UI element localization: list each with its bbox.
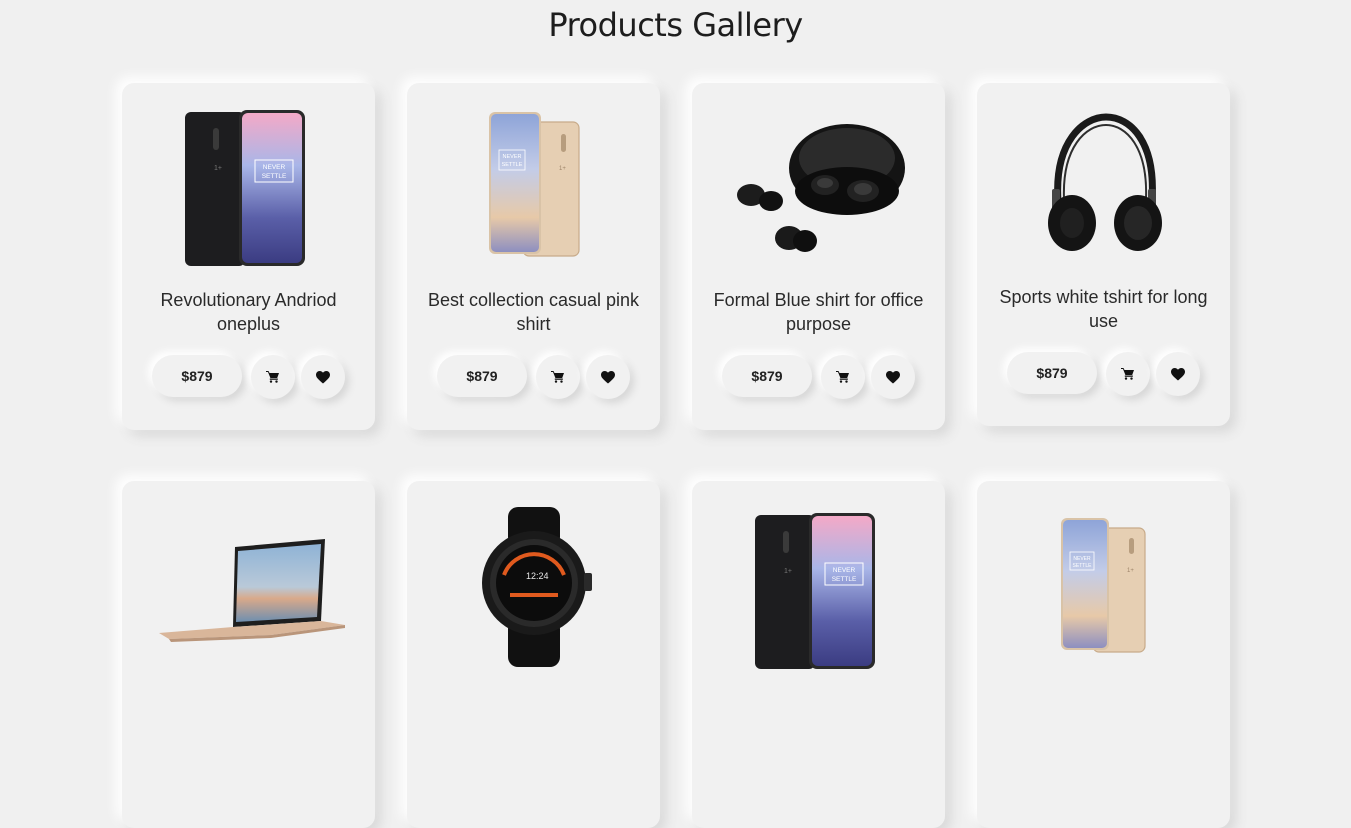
svg-text:1+: 1+ xyxy=(214,165,222,172)
product-image-smartwatch[interactable]: 12:24 xyxy=(407,507,660,667)
svg-text:NEVER: NEVER xyxy=(502,154,521,160)
cart-icon xyxy=(551,371,564,383)
product-image-headphones[interactable] xyxy=(977,101,1230,271)
smartwatch-image: 12:24 xyxy=(481,507,592,667)
phone-image: 1+ NEVER SETTLE xyxy=(754,513,875,669)
svg-text:NEVER: NEVER xyxy=(1073,556,1091,562)
svg-text:SETTLE: SETTLE xyxy=(501,162,522,168)
svg-text:12:24: 12:24 xyxy=(526,571,549,581)
price-badge: $879 xyxy=(152,355,242,397)
wishlist-button[interactable] xyxy=(871,355,915,399)
add-to-cart-button[interactable] xyxy=(1106,352,1150,396)
price-badge: $879 xyxy=(1007,352,1097,394)
add-to-cart-button[interactable] xyxy=(821,355,865,399)
product-card: Formal Blue shirt for office purpose $87… xyxy=(692,83,945,430)
product-card: 1+ NEVER SETTLE Revolutionary Andriod on… xyxy=(122,83,375,430)
heart-icon xyxy=(886,370,900,383)
cart-icon xyxy=(1121,368,1134,380)
product-actions: $879 xyxy=(407,355,660,401)
product-card xyxy=(122,481,375,828)
price-badge: $879 xyxy=(437,355,527,397)
svg-text:SETTLE: SETTLE xyxy=(261,173,286,180)
heart-icon xyxy=(316,370,330,383)
wishlist-button[interactable] xyxy=(1156,352,1200,396)
product-card: 12:24 xyxy=(407,481,660,828)
phone-image: 1+ NEVER SETTLE xyxy=(184,110,305,266)
add-to-cart-button[interactable] xyxy=(536,355,580,399)
product-name[interactable]: Revolutionary Andriod oneplus xyxy=(142,288,355,336)
wishlist-button[interactable] xyxy=(301,355,345,399)
heart-icon xyxy=(1171,367,1185,380)
svg-text:NEVER: NEVER xyxy=(262,164,285,171)
earbuds-image xyxy=(736,124,905,252)
product-name[interactable]: Formal Blue shirt for office purpose xyxy=(712,288,925,336)
product-image-oneplus-black[interactable]: 1+ NEVER SETTLE xyxy=(122,103,375,273)
add-to-cart-button[interactable] xyxy=(251,355,295,399)
product-actions: $879 xyxy=(122,355,375,401)
svg-text:1+: 1+ xyxy=(559,166,566,172)
product-actions: $879 xyxy=(977,352,1230,398)
svg-text:NEVER: NEVER xyxy=(832,567,855,574)
cart-icon xyxy=(266,371,279,383)
product-card: 1+ NEVER SETTLE xyxy=(692,481,945,828)
product-card: 1+ NEVER SETTLE xyxy=(977,481,1230,828)
svg-text:1+: 1+ xyxy=(784,568,792,575)
product-name[interactable]: Sports white tshirt for long use xyxy=(997,285,1210,333)
laptop-image xyxy=(158,539,345,642)
price-badge: $879 xyxy=(722,355,812,397)
product-image-earbuds[interactable] xyxy=(692,103,945,273)
product-card: 1+ NEVER SETTLE Best collection casual p… xyxy=(407,83,660,430)
phone-image: 1+ NEVER SETTLE xyxy=(488,112,580,257)
svg-text:SETTLE: SETTLE xyxy=(1072,563,1092,569)
product-image-laptop[interactable] xyxy=(122,507,375,657)
product-image-oneplus-black[interactable]: 1+ NEVER SETTLE xyxy=(692,511,945,671)
product-image-oneplus-gold[interactable]: 1+ NEVER SETTLE xyxy=(977,511,1230,661)
svg-text:SETTLE: SETTLE xyxy=(831,576,856,583)
phone-image: 1+ NEVER SETTLE xyxy=(1060,518,1146,653)
svg-text:1+: 1+ xyxy=(1127,568,1134,574)
wishlist-button[interactable] xyxy=(586,355,630,399)
heart-icon xyxy=(601,370,615,383)
product-card: Sports white tshirt for long use $879 xyxy=(977,83,1230,426)
product-actions: $879 xyxy=(692,355,945,401)
cart-icon xyxy=(836,371,849,383)
product-image-oneplus-gold[interactable]: 1+ NEVER SETTLE xyxy=(407,103,660,273)
product-grid: 1+ NEVER SETTLE Revolutionary Andriod on… xyxy=(0,0,1351,828)
product-name[interactable]: Best collection casual pink shirt xyxy=(427,288,640,336)
headphones-image xyxy=(1047,113,1162,251)
